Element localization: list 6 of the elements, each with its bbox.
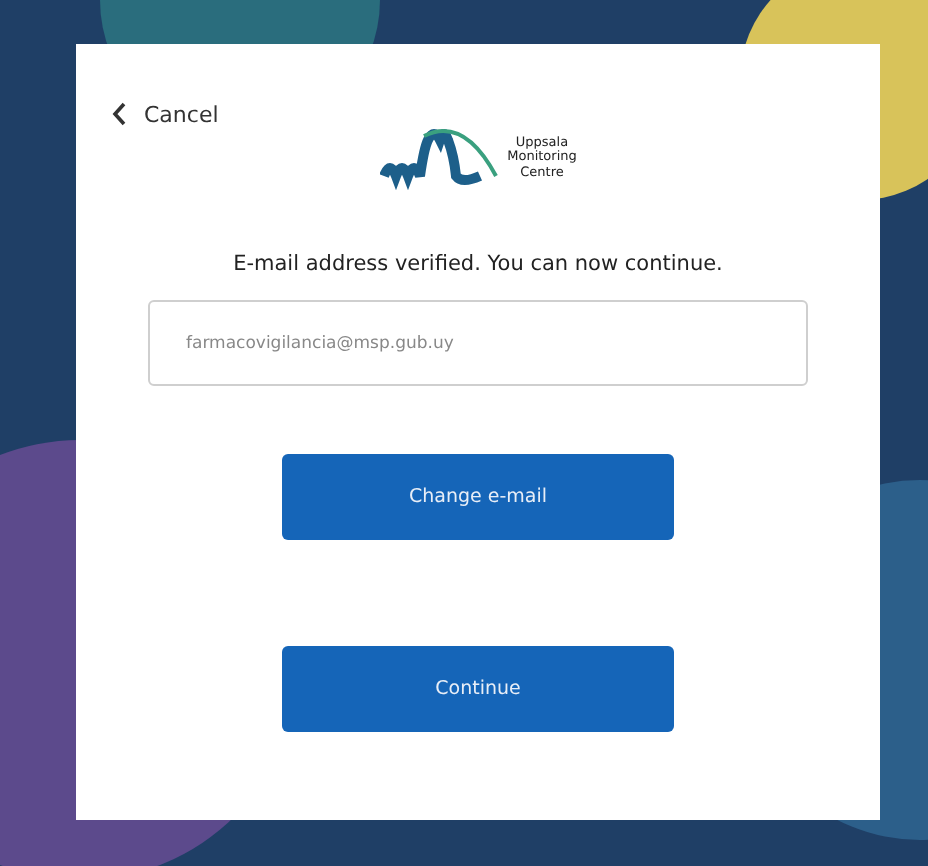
- chevron-left-icon: [112, 102, 128, 126]
- email-field[interactable]: farmacovigilancia@msp.gub.uy: [148, 300, 808, 386]
- action-button[interactable]: Change e-mail: [282, 454, 674, 540]
- action-button[interactable]: Continue: [282, 646, 674, 732]
- verification-message: E-mail address verified. You can now continue.: [233, 252, 723, 276]
- cancel-link[interactable]: Cancel: [112, 101, 219, 127]
